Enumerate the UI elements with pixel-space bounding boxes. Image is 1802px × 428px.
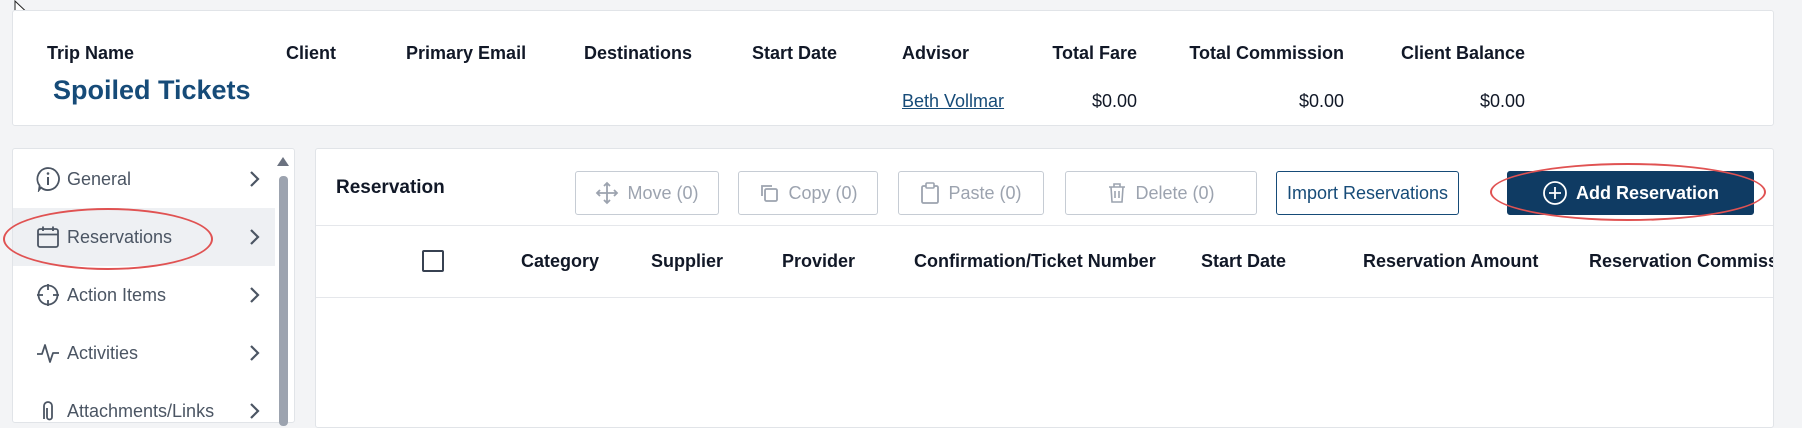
sidebar-item-reservations[interactable]: Reservations [13,208,275,266]
trip-name-header: Trip Name [47,43,135,63]
column-header-confirmation-number[interactable]: Confirmation/Ticket Number [914,251,1156,272]
trip-sidebar-nav: General Reservations Action Items Activi… [12,148,295,423]
sidebar-item-label: Attachments/Links [67,400,215,421]
column-header-category[interactable]: Category [521,251,599,272]
column-header-reservation-amount[interactable]: Reservation Amount [1363,251,1538,272]
scroll-up-arrow-icon[interactable] [277,157,289,166]
sidebar-item-label: Action Items [67,284,167,305]
delete-label: Delete (0) [1135,182,1215,203]
sidebar-item-label: Reservations [67,226,173,247]
sidebar-item-action-items[interactable]: Action Items [13,266,275,324]
client-balance-header: Client Balance [1400,43,1525,63]
chevron-right-icon [250,345,260,361]
add-reservation-button[interactable]: Add Reservation [1507,171,1754,215]
reservation-panel: Reservation Move (0) Copy (0) Paste (0) … [315,148,1774,428]
clipboard-icon [921,182,940,204]
panel-header-divider [316,225,1773,226]
chevron-right-icon [250,171,260,187]
trash-icon [1109,183,1126,203]
copy-button[interactable]: Copy (0) [738,171,878,215]
move-button[interactable]: Move (0) [575,171,719,215]
sidebar-scrollbar[interactable] [279,176,288,426]
import-reservations-button[interactable]: Import Reservations [1276,171,1459,215]
trip-name-value: Spoiled Tickets [53,75,251,105]
total-commission-value: $0.00 [1298,91,1344,111]
destinations-header: Destinations [584,43,693,63]
primary-email-header: Primary Email [406,43,527,63]
plus-circle-icon [1543,181,1567,205]
panel-title: Reservation [336,177,445,198]
sidebar-item-label: General [67,168,132,189]
info-circle-icon [35,166,61,192]
crosshair-icon [35,282,61,308]
column-header-supplier[interactable]: Supplier [651,251,723,272]
chevron-right-icon [250,287,260,303]
chevron-right-icon [250,403,260,419]
paste-button[interactable]: Paste (0) [898,171,1044,215]
total-fare-header: Total Fare [1052,43,1137,63]
sidebar-item-general[interactable]: General [13,150,275,208]
chevron-right-icon [250,229,260,245]
move-icon [596,181,619,205]
move-label: Move (0) [627,182,699,203]
activity-icon [35,340,61,366]
column-header-start-date[interactable]: Start Date [1201,251,1286,272]
copy-label: Copy (0) [788,182,858,203]
start-date-header: Start Date [752,43,838,63]
delete-button[interactable]: Delete (0) [1065,171,1257,215]
advisor-header: Advisor [902,43,970,63]
total-fare-value: $0.00 [1091,91,1137,111]
calendar-icon [35,224,61,250]
copy-icon [761,185,779,202]
trip-summary-card: Trip Name Client Primary Email Destinati… [12,10,1774,126]
table-header-divider [316,297,1773,298]
column-header-reservation-commission[interactable]: Reservation Commissio [1589,251,1773,272]
add-reservation-label: Add Reservation [1575,182,1720,203]
sidebar-item-activities[interactable]: Activities [13,324,275,382]
advisor-link[interactable]: Beth Vollmar [902,91,1004,111]
select-all-checkbox[interactable] [422,250,444,272]
sidebar-item-label: Activities [67,342,139,363]
import-label: Import Reservations [1286,182,1449,203]
total-commission-header: Total Commission [1189,43,1344,63]
client-balance-value: $0.00 [1479,91,1525,111]
column-header-provider[interactable]: Provider [782,251,855,272]
client-header: Client [286,43,337,63]
paperclip-icon [35,398,61,422]
paste-label: Paste (0) [948,182,1022,203]
